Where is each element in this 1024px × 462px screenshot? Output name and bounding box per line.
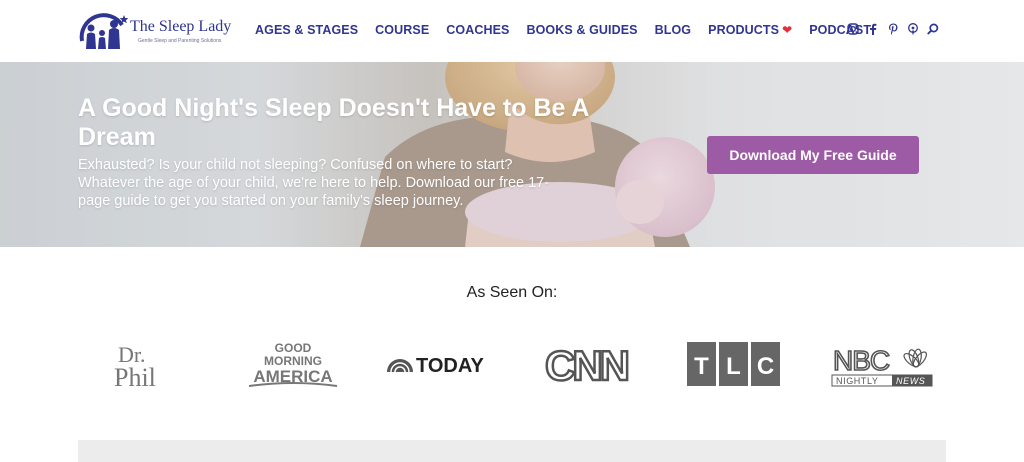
cnn-logo: CNN	[538, 336, 634, 392]
nav-label: BOOKS & GUIDES	[526, 23, 638, 37]
gma-logo: GOOD MORNING AMERICA	[243, 336, 343, 392]
tlc-logo: T L C	[685, 336, 783, 392]
nav-item-products[interactable]: PRODUCTS ❤	[708, 23, 792, 37]
hero-banner: A Good Night's Sleep Doesn't Have to Be …	[0, 62, 1024, 247]
today-logo: TODAY	[383, 336, 493, 392]
news-text: NEWS	[896, 376, 925, 386]
nav-label: BLOG	[654, 23, 692, 37]
nav-item-blog[interactable]: BLOG	[655, 23, 692, 37]
content-placeholder-bar	[78, 440, 946, 462]
dr-phil-logo: Dr. Phil	[104, 336, 184, 392]
nav-label: COURSE	[375, 23, 430, 37]
instagram-icon[interactable]	[846, 22, 860, 36]
tlc-letter-c: C	[757, 353, 774, 380]
nav-label: PRODUCTS	[708, 23, 780, 37]
pinterest-icon[interactable]	[886, 22, 900, 36]
brand-name: The Sleep Lady	[130, 18, 232, 35]
tlc-letter-l: L	[726, 353, 741, 380]
nightly-text: NIGHTLY	[836, 376, 879, 386]
family-silhouette-logo	[79, 13, 129, 49]
main-nav: AGES & STAGES COURSE COACHES BOOKS & GUI…	[255, 23, 888, 37]
nbc-text: NBC	[833, 345, 890, 376]
nav-item-course[interactable]: COURSE	[375, 23, 429, 37]
gma-line2: MORNING	[264, 354, 322, 368]
nbc-nightly-news-logo: NBC NIGHTLY NEWS	[830, 336, 934, 392]
media-logos: Dr. Phil GOOD MORNING AMERICA TODAY CNN	[78, 336, 946, 392]
nav-item-books-guides[interactable]: BOOKS & GUIDES	[526, 23, 637, 37]
hero-description: Exhausted? Is your child not sleeping? C…	[78, 157, 550, 209]
site-header: The Sleep Lady Gentle Sleep and Parentin…	[0, 0, 1024, 62]
social-links	[846, 22, 946, 36]
podcast-icon[interactable]	[906, 22, 920, 36]
dr-phil-line2: Phil	[114, 363, 156, 392]
brand-tagline: Gentle Sleep and Parenting Solutions	[138, 38, 222, 44]
download-guide-button[interactable]: Download My Free Guide	[707, 136, 919, 174]
cnn-text: CNN	[545, 342, 628, 389]
search-icon[interactable]	[926, 22, 940, 36]
as-seen-on-heading: As Seen On:	[466, 284, 558, 301]
tlc-letter-t: T	[694, 353, 709, 380]
gma-line1: GOOD	[275, 341, 312, 355]
nav-item-coaches[interactable]: COACHES	[446, 23, 509, 37]
today-text: TODAY	[416, 355, 484, 377]
site-logo[interactable]: The Sleep Lady Gentle Sleep and Parentin…	[78, 11, 232, 51]
facebook-icon[interactable]	[866, 22, 880, 36]
nav-label: COACHES	[446, 23, 510, 37]
nav-item-ages-stages[interactable]: AGES & STAGES	[255, 23, 358, 37]
nav-label: AGES & STAGES	[255, 23, 359, 37]
hero-title: A Good Night's Sleep Doesn't Have to Be …	[78, 94, 589, 151]
heart-icon: ❤	[782, 23, 793, 37]
